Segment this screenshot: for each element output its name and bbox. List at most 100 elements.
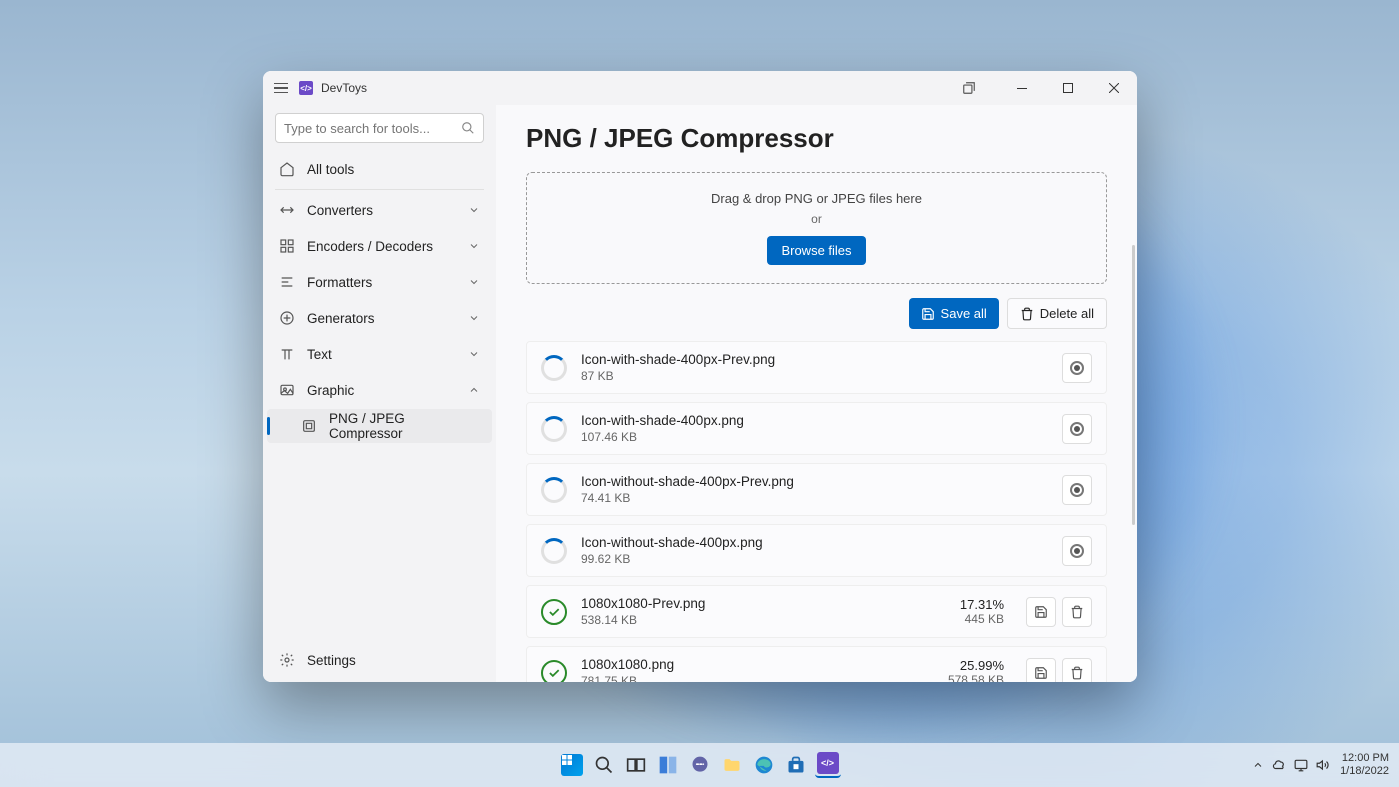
maximize-button[interactable] [1045, 71, 1091, 105]
tray-chevron-icon[interactable] [1252, 759, 1264, 771]
app-title: DevToys [321, 81, 367, 95]
file-percent: 17.31% [960, 597, 1004, 612]
spinner-icon [541, 355, 567, 381]
sidebar-item-label: PNG / JPEG Compressor [329, 411, 480, 441]
checkmark-icon [541, 599, 567, 625]
file-size: 107.46 KB [581, 430, 1048, 444]
sidebar-item-generators[interactable]: Generators [267, 301, 492, 335]
sidebar-item-encoders[interactable]: Encoders / Decoders [267, 229, 492, 263]
cancel-file-button[interactable] [1062, 414, 1092, 444]
file-row: Icon-with-shade-400px.png 107.46 KB [526, 402, 1107, 455]
dropzone-or: or [545, 212, 1088, 226]
minimize-button[interactable] [999, 71, 1045, 105]
file-newsize: 445 KB [960, 612, 1004, 626]
file-size: 781.75 KB [581, 674, 934, 682]
formatters-icon [279, 274, 295, 290]
chevron-down-icon [468, 276, 480, 288]
dropzone[interactable]: Drag & drop PNG or JPEG files here or Br… [526, 172, 1107, 284]
hamburger-menu[interactable] [271, 78, 291, 98]
sidebar-item-label: Generators [307, 311, 375, 326]
delete-file-button[interactable] [1062, 658, 1092, 683]
tray-cloud-icon[interactable] [1272, 758, 1286, 772]
search-box[interactable] [275, 113, 484, 143]
generators-icon [279, 310, 295, 326]
sidebar: All tools Converters Encoders / Decoders… [263, 105, 496, 682]
file-newsize: 578.58 KB [948, 673, 1004, 682]
file-name: Icon-without-shade-400px.png [581, 535, 1048, 550]
file-name: Icon-without-shade-400px-Prev.png [581, 474, 1048, 489]
file-size: 99.62 KB [581, 552, 1048, 566]
file-row: Icon-without-shade-400px.png 99.62 KB [526, 524, 1107, 577]
graphic-icon [279, 382, 295, 398]
start-button[interactable] [559, 752, 585, 778]
sidebar-item-converters[interactable]: Converters [267, 193, 492, 227]
devtoys-taskbar-icon[interactable]: </> [815, 752, 841, 778]
file-size: 538.14 KB [581, 613, 946, 627]
chevron-down-icon [468, 204, 480, 216]
trash-icon [1020, 307, 1034, 321]
sidebar-item-label: Text [307, 347, 332, 362]
sidebar-item-graphic[interactable]: Graphic [267, 373, 492, 407]
checkmark-icon [541, 660, 567, 683]
file-list: Icon-with-shade-400px-Prev.png87 KB Icon-… [526, 341, 1107, 682]
file-row: Icon-with-shade-400px-Prev.png87 KB [526, 341, 1107, 394]
chat-icon[interactable] [687, 752, 713, 778]
save-file-button[interactable] [1026, 658, 1056, 683]
cancel-file-button[interactable] [1062, 353, 1092, 383]
sidebar-item-formatters[interactable]: Formatters [267, 265, 492, 299]
save-icon [921, 307, 935, 321]
delete-file-button[interactable] [1062, 597, 1092, 627]
app-window: </> DevToys All tools [263, 71, 1137, 682]
chevron-down-icon [468, 312, 480, 324]
search-icon [461, 121, 475, 135]
titlebar: </> DevToys [263, 71, 1137, 105]
tray-volume-icon[interactable] [1316, 758, 1330, 772]
save-file-button[interactable] [1026, 597, 1056, 627]
sidebar-item-label: Formatters [307, 275, 372, 290]
sidebar-item-settings[interactable]: Settings [267, 643, 492, 677]
sidebar-item-label: Encoders / Decoders [307, 239, 433, 254]
sidebar-item-label: All tools [307, 162, 354, 177]
edge-icon[interactable] [751, 752, 777, 778]
file-name: Icon-with-shade-400px.png [581, 413, 1048, 428]
task-view-icon[interactable] [623, 752, 649, 778]
scrollbar[interactable] [1132, 245, 1135, 525]
sidebar-item-label: Graphic [307, 383, 354, 398]
search-taskbar-icon[interactable] [591, 752, 617, 778]
cancel-file-button[interactable] [1062, 536, 1092, 566]
sidebar-item-png-jpeg-compressor[interactable]: PNG / JPEG Compressor [267, 409, 492, 443]
file-explorer-icon[interactable] [719, 752, 745, 778]
dropzone-text: Drag & drop PNG or JPEG files here [545, 191, 1088, 206]
sidebar-item-text[interactable]: Text [267, 337, 492, 371]
always-on-top-button[interactable] [951, 71, 987, 105]
gear-icon [279, 652, 295, 668]
sidebar-item-all-tools[interactable]: All tools [267, 152, 492, 186]
widgets-icon[interactable] [655, 752, 681, 778]
spinner-icon [541, 538, 567, 564]
save-all-button[interactable]: Save all [909, 298, 999, 329]
page-title: PNG / JPEG Compressor [526, 123, 1107, 154]
chevron-down-icon [468, 348, 480, 360]
close-button[interactable] [1091, 71, 1137, 105]
search-input[interactable] [284, 121, 461, 136]
file-percent: 25.99% [948, 658, 1004, 673]
file-row: 1080x1080-Prev.png538.14 KB17.31%445 KB [526, 585, 1107, 638]
sidebar-item-label: Converters [307, 203, 373, 218]
tray-clock[interactable]: 12:00 PM 1/18/2022 [1340, 752, 1389, 778]
encoders-icon [279, 238, 295, 254]
file-row: Icon-without-shade-400px-Prev.png 74.41 K… [526, 463, 1107, 516]
file-row: 1080x1080.png 781.75 KB 25.99%578.58 KB [526, 646, 1107, 682]
spinner-icon [541, 416, 567, 442]
file-name: 1080x1080.png [581, 657, 934, 672]
delete-all-button[interactable]: Delete all [1007, 298, 1107, 329]
file-size: 74.41 KB [581, 491, 1048, 505]
main-content: PNG / JPEG Compressor Drag & drop PNG or… [496, 105, 1137, 682]
store-icon[interactable] [783, 752, 809, 778]
spinner-icon [541, 477, 567, 503]
converters-icon [279, 202, 295, 218]
cancel-file-button[interactable] [1062, 475, 1092, 505]
browse-files-button[interactable]: Browse files [767, 236, 865, 265]
chevron-up-icon [468, 384, 480, 396]
tray-monitor-icon[interactable] [1294, 758, 1308, 772]
taskbar: </> 12:00 PM 1/18/2022 [0, 743, 1399, 787]
